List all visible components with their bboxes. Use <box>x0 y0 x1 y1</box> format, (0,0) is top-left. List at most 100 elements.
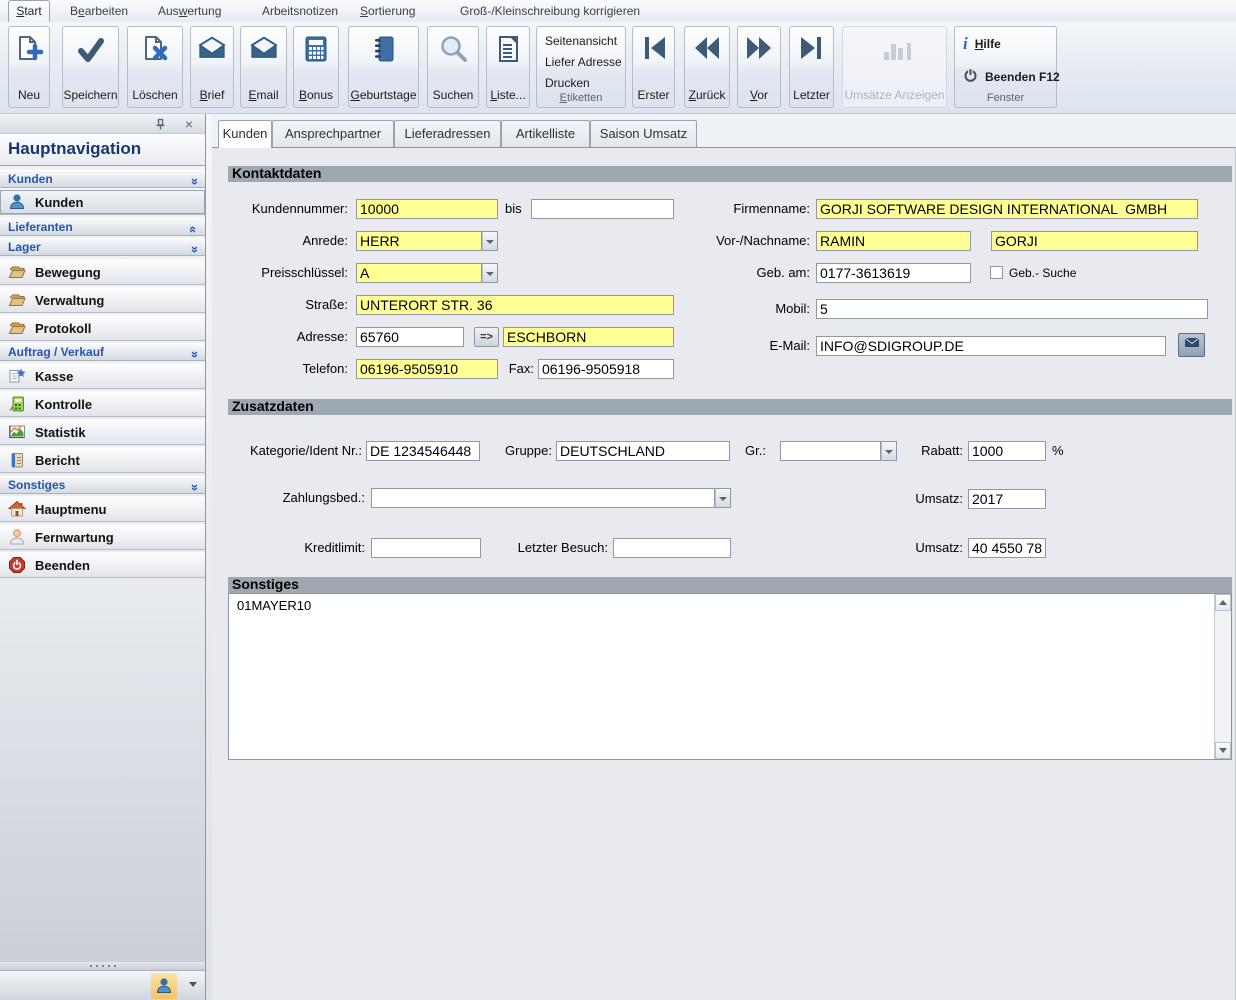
folder-icon <box>8 291 26 309</box>
menu-auswertung[interactable]: Auswertung <box>158 0 221 22</box>
neu-button[interactable]: Neu <box>8 26 50 108</box>
email-label: E-Mail: <box>769 338 810 353</box>
gr-combo[interactable] <box>780 441 881 461</box>
suchen-button[interactable]: Suchen <box>427 26 479 108</box>
scroll-up-button[interactable] <box>1215 594 1231 611</box>
close-icon[interactable]: × <box>185 114 193 134</box>
umsatz-betrag-input[interactable] <box>968 538 1046 558</box>
sidebar-item-statistik[interactable]: Statistik <box>0 419 205 445</box>
rabatt-input[interactable] <box>968 441 1046 461</box>
umsatz-jahr-input[interactable] <box>968 489 1046 509</box>
kundennummer-bis-input[interactable] <box>531 199 674 219</box>
folder-icon <box>8 263 26 281</box>
sidebar-item-beenden[interactable]: Beenden <box>0 552 205 578</box>
menu-gross-klein[interactable]: Groß-/Kleinschreibung korrigieren <box>460 0 640 22</box>
kunden-shortcut-button[interactable] <box>151 973 177 999</box>
fax-input[interactable] <box>538 359 674 379</box>
sidebar-item-fernwartung[interactable]: Fernwartung <box>0 524 205 550</box>
brief-button[interactable]: Brief <box>190 26 234 108</box>
sidebar-item-bewegung[interactable]: Bewegung <box>0 259 205 285</box>
geb-am-input[interactable] <box>816 263 971 283</box>
mobil-input[interactable] <box>816 299 1208 319</box>
vor-button[interactable]: Vor <box>737 26 781 108</box>
tab-lieferadressen[interactable]: Lieferadressen <box>394 120 501 147</box>
drag-handle-dots <box>89 965 92 967</box>
notebook-icon <box>369 34 399 69</box>
sidebar-section-lieferanten[interactable]: Lieferanten « <box>0 218 205 236</box>
envelope-icon <box>1184 336 1200 354</box>
sonstiges-textarea[interactable]: 01MAYER10 <box>228 593 1232 760</box>
sidebar-item-kontrolle[interactable]: Kontrolle <box>0 391 205 417</box>
tab-kunden[interactable]: Kunden <box>218 120 272 148</box>
document-plus-icon <box>14 34 44 69</box>
menu-sortierung[interactable]: Sortierung <box>360 0 415 22</box>
firmenname-input[interactable] <box>816 199 1198 219</box>
rabatt-unit-label: % <box>1052 443 1064 458</box>
plz-input[interactable] <box>356 327 464 347</box>
erster-button[interactable]: Erster <box>632 26 675 108</box>
sidebar-section-kunden[interactable]: Kunden « <box>0 170 205 188</box>
tab-ansprechpartner[interactable]: Ansprechpartner <box>272 120 394 147</box>
hilfe-button[interactable]: i Hilfe <box>963 35 1001 52</box>
email-button[interactable]: Email <box>240 26 287 108</box>
send-email-button[interactable] <box>1178 333 1205 357</box>
zahlungsbed-combo[interactable] <box>371 488 715 508</box>
gruppe-input[interactable] <box>556 441 730 461</box>
speichern-button[interactable]: Speichern <box>62 26 119 108</box>
tab-artikelliste[interactable]: Artikelliste <box>501 120 590 147</box>
preisschluessel-combo[interactable] <box>356 263 482 283</box>
zurueck-button[interactable]: Zurück <box>684 26 730 108</box>
seitenansicht-button[interactable]: Seitenansicht <box>545 34 617 48</box>
geburtstage-button[interactable]: Geburtstage <box>348 26 419 108</box>
kundennummer-input[interactable] <box>356 199 498 219</box>
liefer-adresse-button[interactable]: Liefer Adresse <box>545 55 622 69</box>
sidebar-item-hauptmenu[interactable]: Hauptmenu <box>0 496 205 522</box>
letzter-button[interactable]: Letzter <box>789 26 834 108</box>
menu-arbeitsnotizen[interactable]: Arbeitsnotizen <box>262 0 338 22</box>
vorname-input[interactable] <box>816 231 971 251</box>
anrede-dropdown-arrow[interactable] <box>482 231 498 251</box>
sidebar-item-bericht[interactable]: Bericht <box>0 447 205 473</box>
menu-start[interactable]: Start <box>8 0 50 22</box>
preisschluessel-dropdown-arrow[interactable] <box>482 263 498 283</box>
letzter-besuch-input[interactable] <box>613 538 731 558</box>
sidebar-section-auftrag-verkauf[interactable]: Auftrag / Verkauf « <box>0 343 205 361</box>
scroll-down-button[interactable] <box>1215 742 1231 759</box>
sidebar-splitter[interactable] <box>0 962 205 970</box>
plz-zu-ort-button[interactable]: => <box>474 327 499 347</box>
zahlungsbed-dropdown-arrow[interactable] <box>715 488 731 508</box>
tab-saison-umsatz[interactable]: Saison Umsatz <box>590 120 697 147</box>
kreditlimit-input[interactable] <box>371 538 481 558</box>
loeschen-button[interactable]: Löschen <box>127 26 183 108</box>
bar-chart-icon <box>876 34 914 67</box>
ort-input[interactable] <box>503 327 674 347</box>
bonus-button[interactable]: Bonus <box>293 26 339 108</box>
email-input[interactable] <box>816 336 1166 356</box>
anrede-combo[interactable] <box>356 231 482 251</box>
geb-suche-checkbox[interactable] <box>990 266 1003 279</box>
sidebar-item-kunden[interactable]: Kunden <box>0 189 205 215</box>
menu-bearbeiten[interactable]: Bearbeiten <box>70 0 128 22</box>
beenden-f12-button[interactable]: Beenden F12 <box>963 67 1060 86</box>
sidebar-item-protokoll[interactable]: Protokoll <box>0 315 205 341</box>
telefon-input[interactable] <box>356 359 498 379</box>
strasse-input[interactable] <box>356 295 674 315</box>
main-area: Kunden Ansprechpartner Lieferadressen Ar… <box>212 114 1236 1000</box>
geb-suche-label: Geb.- Suche <box>1009 266 1077 280</box>
triangle-down-icon <box>1219 748 1227 753</box>
sidebar-section-lager[interactable]: Lager « <box>0 238 205 256</box>
chevron-down-icon[interactable] <box>189 982 197 987</box>
sidebar-item-kasse[interactable]: Kasse <box>0 363 205 389</box>
envelope-icon <box>197 34 227 67</box>
mobil-label: Mobil: <box>775 301 810 316</box>
kundennummer-label: Kundennummer: <box>251 201 348 216</box>
drucken-button[interactable]: Drucken <box>545 76 590 90</box>
ribbon-toolbar: Neu Speichern Löschen Brief Email Bonus … <box>0 22 1236 114</box>
app-window: Start Bearbeiten Auswertung Arbeitsnotiz… <box>0 0 1236 1000</box>
sidebar-item-verwaltung[interactable]: Verwaltung <box>0 287 205 313</box>
liste-button[interactable]: Liste... <box>486 26 530 108</box>
memo-scrollbar[interactable] <box>1214 594 1231 759</box>
gr-dropdown-arrow[interactable] <box>881 441 897 461</box>
nachname-input[interactable] <box>991 231 1198 251</box>
sidebar-section-sonstiges[interactable]: Sonstiges « <box>0 476 205 494</box>
